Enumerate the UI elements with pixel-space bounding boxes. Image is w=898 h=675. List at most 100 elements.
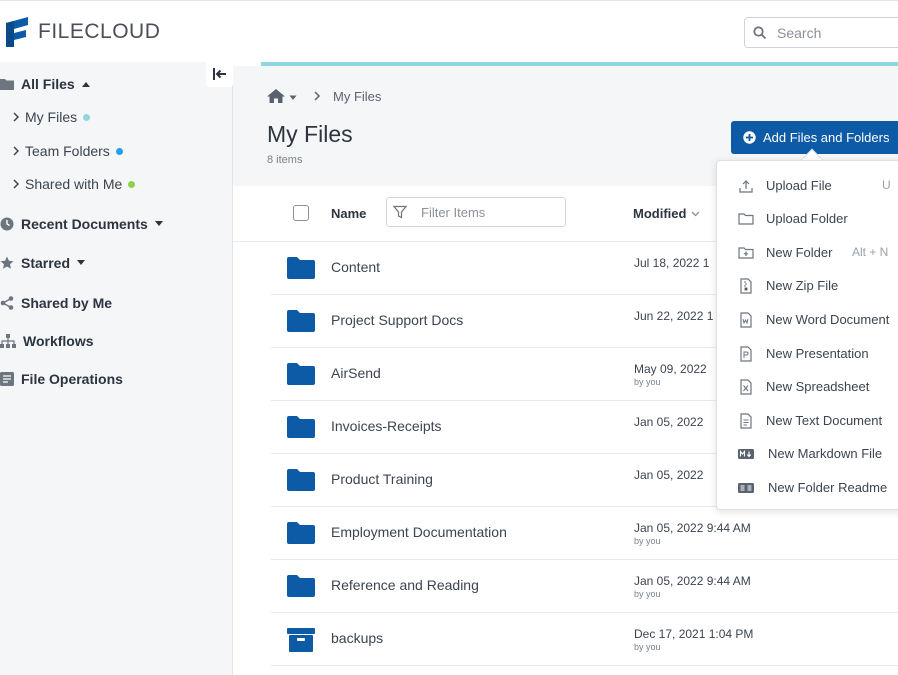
file-type-icon[interactable] [287, 575, 315, 602]
menu-item-upload-folder[interactable]: Upload Folder [717, 202, 898, 235]
sidebar-item-file-operations[interactable]: File Operations [0, 371, 123, 387]
sidebar-item-recent-documents[interactable]: Recent Documents [0, 216, 164, 232]
file-name[interactable]: backups [331, 630, 383, 646]
sidebar-item-shared-with-me[interactable]: Shared with Me [13, 176, 136, 192]
menu-item-label: New Folder Readme [768, 480, 888, 495]
workflow-icon [0, 334, 16, 348]
file-type-icon[interactable] [287, 522, 315, 549]
table-row[interactable]: Employment Documentation Jan 05, 2022 9:4… [271, 507, 898, 560]
presentation-icon [740, 346, 752, 362]
filter-icon [393, 205, 407, 219]
menu-item-new-spreadsheet[interactable]: New Spreadsheet [717, 370, 898, 403]
breadcrumb-current[interactable]: My Files [333, 89, 381, 104]
menu-item-new-text-document[interactable]: New Text Document [717, 404, 898, 437]
chevron-right-icon [314, 91, 321, 101]
select-all-checkbox[interactable] [293, 205, 309, 221]
sidebar-item-starred[interactable]: Starred [0, 255, 86, 271]
file-name[interactable]: Product Training [331, 471, 433, 487]
sidebar-item-workflows[interactable]: Workflows [0, 333, 94, 349]
search-placeholder: Search [777, 24, 822, 41]
file-modified-by: by you [634, 377, 661, 387]
sidebar-item-my-files[interactable]: My Files [13, 109, 91, 125]
accent-bar [261, 62, 898, 66]
menu-item-upload-file[interactable]: Upload File U [717, 169, 898, 202]
caret-down-icon [77, 260, 86, 265]
chevron-right-icon [13, 179, 19, 189]
home-icon[interactable] [266, 88, 286, 104]
sidebar-item-label: All Files [21, 76, 75, 92]
file-modified-date: Jan 05, 2022 9:44 AM [634, 521, 751, 535]
column-modified[interactable]: Modified [633, 206, 700, 221]
table-row[interactable]: Reference and Reading Jan 05, 2022 9:44 A… [271, 560, 898, 613]
chevron-right-icon [13, 146, 19, 156]
item-count: 8 items [267, 154, 303, 166]
file-name[interactable]: Employment Documentation [331, 524, 507, 540]
filter-input[interactable]: Filter Items [386, 197, 566, 227]
file-name[interactable]: Invoices-Receipts [331, 418, 442, 434]
file-type-icon[interactable] [287, 628, 315, 657]
clock-icon [0, 217, 14, 231]
menu-item-new-folder-readme[interactable]: New Folder Readme [717, 471, 898, 504]
sidebar-item-label: Team Folders [25, 143, 110, 159]
zip-file-icon [740, 278, 752, 294]
menu-item-new-word-document[interactable]: New Word Document [717, 303, 898, 336]
file-name[interactable]: Project Support Docs [331, 312, 463, 328]
menu-item-new-zip-file[interactable]: New Zip File [717, 269, 898, 302]
menu-item-new-markdown-file[interactable]: New Markdown File [717, 437, 898, 470]
sidebar-item-all-files[interactable]: All Files [0, 76, 91, 92]
logo-text: FILECLOUD [38, 20, 161, 43]
file-modified-by: by you [634, 642, 661, 652]
file-type-icon[interactable] [287, 469, 315, 496]
file-modified-date: Jan 05, 2022 [634, 415, 704, 429]
caret-down-icon [154, 221, 163, 226]
sidebar-item-label: Shared by Me [21, 295, 113, 311]
add-files-menu: Upload File U Upload Folder New Folder Alt +… [716, 160, 898, 510]
plus-circle-icon [743, 131, 756, 144]
caret-up-icon [81, 82, 90, 87]
file-type-icon[interactable] [287, 363, 315, 390]
file-name[interactable]: Reference and Reading [331, 577, 479, 593]
file-type-icon[interactable] [287, 416, 315, 443]
file-modified-date: May 09, 2022 [634, 362, 707, 376]
search-input[interactable]: Search [744, 17, 898, 48]
menu-item-new-folder[interactable]: New Folder Alt + N [717, 236, 898, 269]
sidebar-item-team-folders[interactable]: Team Folders [13, 143, 123, 159]
status-dot [128, 180, 136, 188]
menu-item-label: New Spreadsheet [766, 379, 870, 394]
file-operations-icon [0, 372, 14, 386]
menu-item-new-presentation[interactable]: New Presentation [717, 337, 898, 370]
file-type-icon[interactable] [287, 310, 315, 337]
spreadsheet-icon [740, 379, 752, 395]
search-icon [753, 25, 767, 39]
menu-item-shortcut: Alt + N [852, 245, 889, 259]
folder-icon [0, 79, 14, 90]
filecloud-logo[interactable]: FILECLOUD [4, 14, 160, 50]
add-button-label: Add Files and Folders [763, 130, 890, 145]
file-name[interactable]: Content [331, 259, 380, 275]
table-row[interactable]: backups Dec 17, 2021 1:04 PM by you [271, 613, 898, 666]
menu-item-label: Upload File [766, 178, 832, 193]
sidebar-item-label: Recent Documents [21, 216, 148, 232]
file-modified-date: Dec 17, 2021 1:04 PM [634, 627, 754, 641]
menu-item-label: New Word Document [766, 312, 890, 327]
column-name[interactable]: Name [331, 206, 366, 221]
sidebar-item-label: Shared with Me [25, 176, 123, 192]
add-files-and-folders-button[interactable]: Add Files and Folders [731, 121, 898, 154]
share-icon [0, 296, 14, 310]
folder-icon [287, 522, 315, 544]
column-modified-label: Modified [633, 206, 687, 221]
file-type-icon[interactable] [287, 257, 315, 284]
sidebar-item-shared-by-me[interactable]: Shared by Me [0, 295, 112, 311]
caret-down-icon[interactable] [289, 95, 297, 101]
upload-folder-icon [738, 213, 754, 225]
page-title: My Files [267, 121, 353, 147]
breadcrumb: My Files [266, 88, 381, 104]
menu-item-shortcut: U [882, 178, 891, 192]
collapse-sidebar-button[interactable] [206, 60, 233, 87]
star-icon [0, 256, 14, 269]
file-name[interactable]: AirSend [331, 365, 381, 381]
menu-item-label: New Markdown File [768, 446, 883, 461]
collapse-left-icon [212, 67, 226, 80]
folder-icon [287, 363, 315, 385]
file-modified-date: Jun 22, 2022 1 [634, 309, 714, 323]
